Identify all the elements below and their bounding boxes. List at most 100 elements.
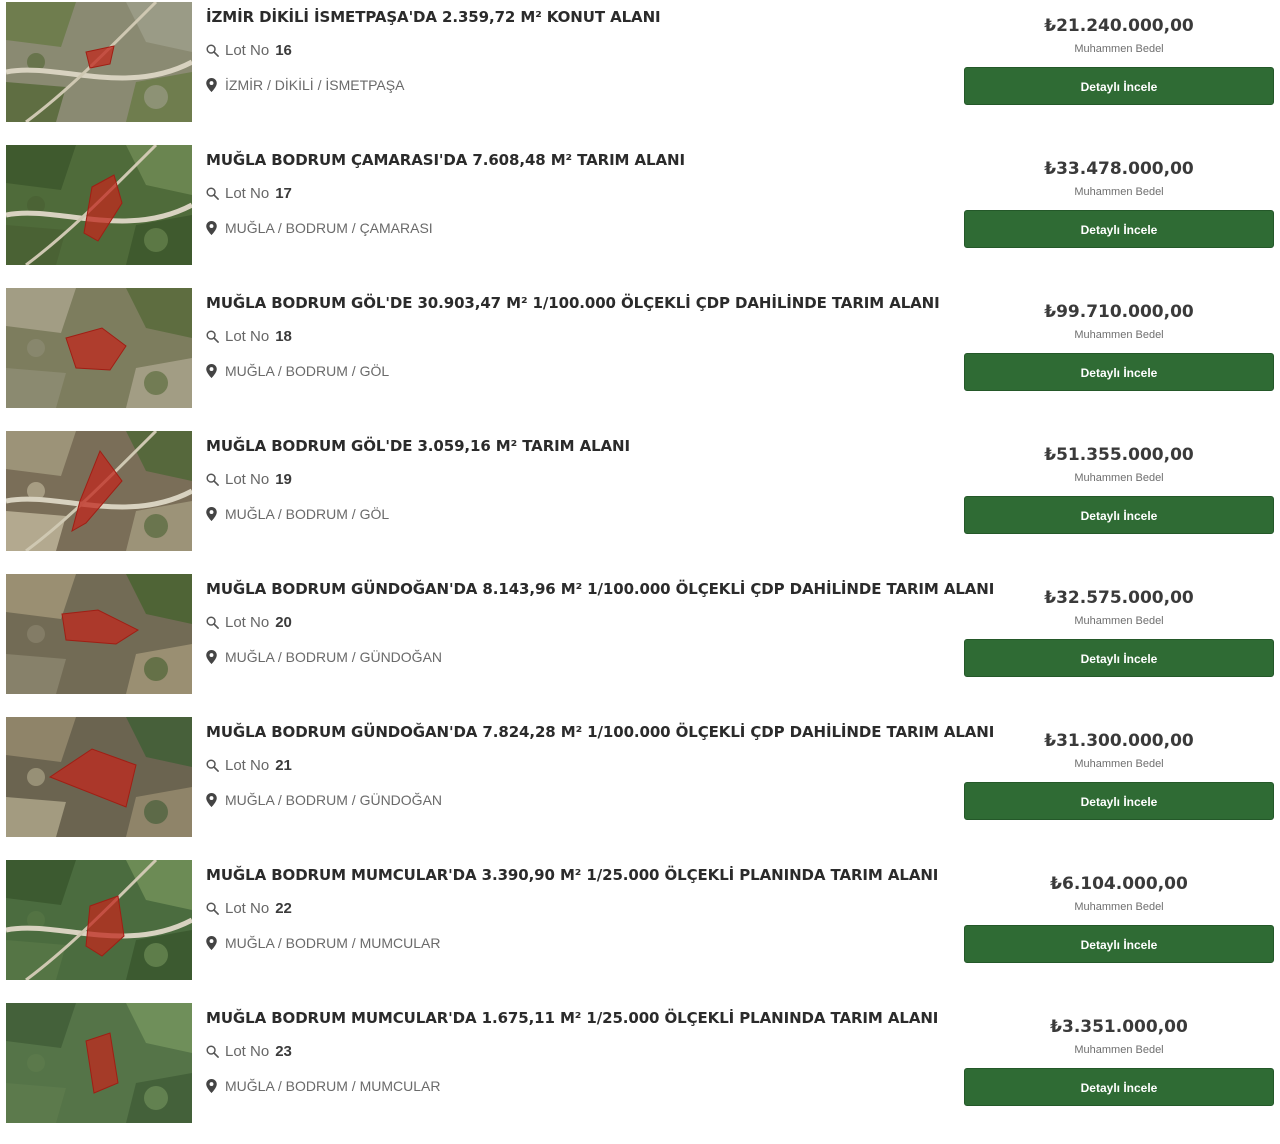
parcel-map-thumbnail[interactable]	[6, 145, 192, 265]
parcel-map-thumbnail[interactable]	[6, 2, 192, 122]
lot-label: Lot No	[225, 757, 270, 774]
search-icon	[206, 902, 219, 915]
location-text: MUĞLA / BODRUM / GÜNDOĞAN	[225, 792, 443, 808]
listing-row: MUĞLA BODRUM GÖL'DE 3.059,16 M² TARIM AL…	[0, 429, 1280, 572]
lot-number: Lot No 16	[206, 42, 292, 59]
lot-number-value: 22	[275, 900, 292, 917]
price-caption: Muhammen Bedel	[1074, 472, 1164, 484]
lot-label: Lot No	[225, 185, 270, 202]
location: MUĞLA / BODRUM / GÖL	[206, 363, 389, 379]
detail-button[interactable]: Detaylı İncele	[964, 210, 1274, 248]
price-caption: Muhammen Bedel	[1074, 615, 1164, 627]
listing-title[interactable]: MUĞLA BODRUM MUMCULAR'DA 3.390,90 M² 1/2…	[206, 866, 946, 884]
map-pin-icon	[206, 78, 217, 92]
lot-label: Lot No	[225, 614, 270, 631]
price-caption: Muhammen Bedel	[1074, 1044, 1164, 1056]
location: MUĞLA / BODRUM / GÜNDOĞAN	[206, 792, 442, 808]
lot-number: Lot No 18	[206, 328, 292, 345]
lot-number-value: 19	[275, 471, 292, 488]
price: ₺33.478.000,00	[1044, 159, 1194, 179]
listing-row: MUĞLA BODRUM ÇAMARASI'DA 7.608,48 M² TAR…	[0, 143, 1280, 286]
location: MUĞLA / BODRUM / ÇAMARASI	[206, 220, 433, 236]
parcel-map-thumbnail[interactable]	[6, 1003, 192, 1123]
lot-number-value: 17	[275, 185, 292, 202]
lot-number-value: 23	[275, 1043, 292, 1060]
search-icon	[206, 1045, 219, 1058]
search-icon	[206, 330, 219, 343]
detail-button[interactable]: Detaylı İncele	[964, 1068, 1274, 1106]
lot-label: Lot No	[225, 1043, 270, 1060]
lot-number: Lot No 23	[206, 1043, 292, 1060]
detail-button[interactable]: Detaylı İncele	[964, 639, 1274, 677]
listing-title[interactable]: İZMİR DİKİLİ İSMETPAŞA'DA 2.359,72 M² KO…	[206, 8, 946, 26]
detail-button[interactable]: Detaylı İncele	[964, 925, 1274, 963]
location: MUĞLA / BODRUM / GÖL	[206, 506, 389, 522]
price: ₺3.351.000,00	[1050, 1017, 1188, 1037]
location: MUĞLA / BODRUM / GÜNDOĞAN	[206, 649, 442, 665]
lot-number: Lot No 22	[206, 900, 292, 917]
price: ₺99.710.000,00	[1044, 302, 1194, 322]
listing-title[interactable]: MUĞLA BODRUM GÜNDOĞAN'DA 8.143,96 M² 1/1…	[206, 580, 994, 598]
lot-number-value: 20	[275, 614, 292, 631]
location-text: MUĞLA / BODRUM / MUMCULAR	[225, 1078, 441, 1094]
location: İZMİR / DİKİLİ / İSMETPAŞA	[206, 77, 404, 93]
price-caption: Muhammen Bedel	[1074, 901, 1164, 913]
lot-label: Lot No	[225, 328, 270, 345]
lot-number: Lot No 20	[206, 614, 292, 631]
map-pin-icon	[206, 650, 217, 664]
parcel-map-thumbnail[interactable]	[6, 431, 192, 551]
lot-number: Lot No 19	[206, 471, 292, 488]
location: MUĞLA / BODRUM / MUMCULAR	[206, 935, 440, 951]
map-pin-icon	[206, 507, 217, 521]
listing-title[interactable]: MUĞLA BODRUM GÖL'DE 30.903,47 M² 1/100.0…	[206, 294, 946, 312]
map-pin-icon	[206, 221, 217, 235]
detail-button[interactable]: Detaylı İncele	[964, 496, 1274, 534]
price: ₺6.104.000,00	[1050, 874, 1188, 894]
detail-button[interactable]: Detaylı İncele	[964, 67, 1274, 105]
lot-number: Lot No 17	[206, 185, 292, 202]
lot-label: Lot No	[225, 42, 270, 59]
price-caption: Muhammen Bedel	[1074, 186, 1164, 198]
location-text: MUĞLA / BODRUM / ÇAMARASI	[225, 220, 433, 236]
lot-number-value: 18	[275, 328, 292, 345]
listing-row: MUĞLA BODRUM GÜNDOĞAN'DA 7.824,28 M² 1/1…	[0, 715, 1280, 858]
lot-number-value: 21	[275, 757, 292, 774]
lot-label: Lot No	[225, 900, 270, 917]
price-caption: Muhammen Bedel	[1074, 43, 1164, 55]
location: MUĞLA / BODRUM / MUMCULAR	[206, 1078, 440, 1094]
listing-title[interactable]: MUĞLA BODRUM ÇAMARASI'DA 7.608,48 M² TAR…	[206, 151, 946, 169]
location-text: İZMİR / DİKİLİ / İSMETPAŞA	[225, 77, 405, 93]
price-caption: Muhammen Bedel	[1074, 329, 1164, 341]
price: ₺51.355.000,00	[1044, 445, 1194, 465]
price: ₺32.575.000,00	[1044, 588, 1194, 608]
lot-label: Lot No	[225, 471, 270, 488]
listing-list: İZMİR DİKİLİ İSMETPAŞA'DA 2.359,72 M² KO…	[0, 0, 1280, 1123]
listing-row: İZMİR DİKİLİ İSMETPAŞA'DA 2.359,72 M² KO…	[0, 0, 1280, 143]
map-pin-icon	[206, 936, 217, 950]
price-caption: Muhammen Bedel	[1074, 758, 1164, 770]
price: ₺21.240.000,00	[1044, 16, 1194, 36]
parcel-map-thumbnail[interactable]	[6, 717, 192, 837]
location-text: MUĞLA / BODRUM / GÜNDOĞAN	[225, 649, 443, 665]
location-text: MUĞLA / BODRUM / MUMCULAR	[225, 935, 441, 951]
map-pin-icon	[206, 793, 217, 807]
listing-title[interactable]: MUĞLA BODRUM GÖL'DE 3.059,16 M² TARIM AL…	[206, 437, 946, 455]
search-icon	[206, 473, 219, 486]
search-icon	[206, 759, 219, 772]
listing-row: MUĞLA BODRUM GÖL'DE 30.903,47 M² 1/100.0…	[0, 286, 1280, 429]
parcel-map-thumbnail[interactable]	[6, 574, 192, 694]
search-icon	[206, 44, 219, 57]
listing-row: MUĞLA BODRUM MUMCULAR'DA 1.675,11 M² 1/2…	[0, 1001, 1280, 1144]
search-icon	[206, 187, 219, 200]
detail-button[interactable]: Detaylı İncele	[964, 782, 1274, 820]
listing-row: MUĞLA BODRUM GÜNDOĞAN'DA 8.143,96 M² 1/1…	[0, 572, 1280, 715]
listing-title[interactable]: MUĞLA BODRUM MUMCULAR'DA 1.675,11 M² 1/2…	[206, 1009, 946, 1027]
lot-number: Lot No 21	[206, 757, 292, 774]
lot-number-value: 16	[275, 42, 292, 59]
listing-title[interactable]: MUĞLA BODRUM GÜNDOĞAN'DA 7.824,28 M² 1/1…	[206, 723, 994, 741]
location-text: MUĞLA / BODRUM / GÖL	[225, 506, 390, 522]
search-icon	[206, 616, 219, 629]
detail-button[interactable]: Detaylı İncele	[964, 353, 1274, 391]
parcel-map-thumbnail[interactable]	[6, 860, 192, 980]
parcel-map-thumbnail[interactable]	[6, 288, 192, 408]
